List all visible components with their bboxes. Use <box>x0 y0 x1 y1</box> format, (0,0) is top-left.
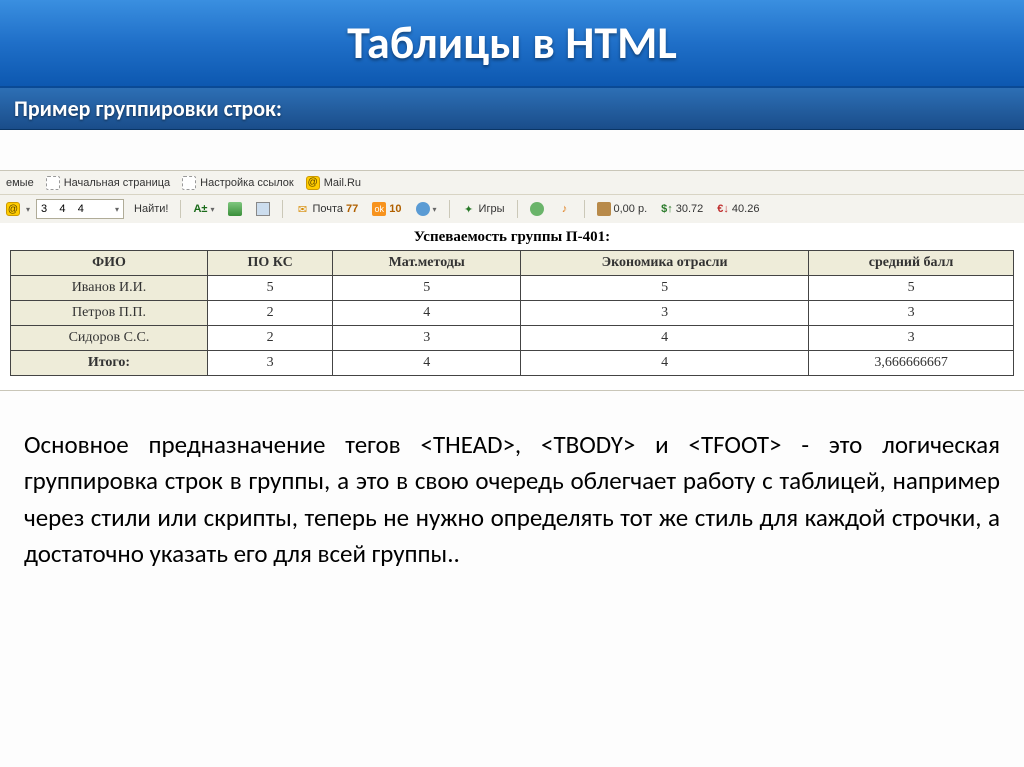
chevron-down-icon[interactable]: ▾ <box>115 205 119 214</box>
col-econ: Экономика отрасли <box>521 251 809 276</box>
puzzle-icon: ✦ <box>462 202 476 216</box>
at-icon: @ <box>306 176 320 190</box>
separator <box>180 200 181 218</box>
slide-subtitle-bar: Пример группировки строк: <box>0 88 1024 130</box>
body-paragraph: Основное предназначение тегов <THEAD>, <… <box>0 391 1024 572</box>
envelope-icon: ✉ <box>295 202 309 216</box>
page-icon <box>46 176 60 190</box>
grades-table: ФИО ПО КС Мат.методы Экономика отрасли с… <box>10 250 1014 376</box>
bookmark-home[interactable]: Начальная страница <box>46 176 170 190</box>
slide-subtitle: Пример группировки строк: <box>14 95 282 122</box>
odnoklassniki-button[interactable]: ok10 <box>368 200 405 218</box>
separator <box>449 200 450 218</box>
wallet-icon <box>597 202 611 216</box>
highlight-icon <box>228 202 242 216</box>
separator <box>584 200 585 218</box>
table-foot: Итого: 3 4 4 3,666666667 <box>11 351 1014 376</box>
separator <box>517 200 518 218</box>
example-table-area: Успеваемость группы П-401: ФИО ПО КС Мат… <box>0 223 1024 390</box>
col-avg: средний балл <box>809 251 1014 276</box>
ok-icon: ok <box>372 202 386 216</box>
search-input-wrap: ▾ <box>36 199 124 219</box>
separator <box>282 200 283 218</box>
chevron-down-icon[interactable]: ▾ <box>26 205 30 214</box>
my-world-button[interactable]: ▾ <box>412 200 441 218</box>
slide-title: Таблицы в HTML <box>347 15 677 71</box>
games-button[interactable]: ✦Игры <box>458 200 509 218</box>
col-math: Мат.методы <box>333 251 521 276</box>
col-poks: ПО КС <box>207 251 332 276</box>
music-icon: ♪ <box>558 202 572 216</box>
camera-icon <box>256 202 270 216</box>
search-input[interactable] <box>41 203 111 215</box>
table-head: ФИО ПО КС Мат.методы Экономика отрасли с… <box>11 251 1014 276</box>
table-caption: Успеваемость группы П-401: <box>10 229 1014 246</box>
eur-rate: €↓40.26 <box>713 201 763 217</box>
table-body: Иванов И.И. 5 5 5 5 Петров П.П. 2 4 3 3 … <box>11 276 1014 351</box>
col-name: ФИО <box>11 251 208 276</box>
table-row: Петров П.П. 2 4 3 3 <box>11 301 1014 326</box>
page-icon <box>182 176 196 190</box>
chat-icon <box>530 202 544 216</box>
mail-button[interactable]: ✉Почта 77 <box>291 200 362 218</box>
misc-button-2[interactable]: ♪ <box>554 200 576 218</box>
at-icon[interactable]: @ <box>6 202 20 216</box>
bookmark-mailru[interactable]: @Mail.Ru <box>306 176 361 190</box>
screenshot-button[interactable] <box>252 200 274 218</box>
bookmark-fragment: емые <box>6 177 34 189</box>
highlight-button[interactable] <box>224 200 246 218</box>
table-row: Иванов И.И. 5 5 5 5 <box>11 276 1014 301</box>
bookmarks-bar: емые Начальная страница Настройка ссылок… <box>0 171 1024 195</box>
slide-title-bar: Таблицы в HTML <box>0 0 1024 88</box>
globe-icon <box>416 202 430 216</box>
wallet-button[interactable]: 0,00 р. <box>593 200 652 218</box>
table-row: Сидоров С.С. 2 3 4 3 <box>11 326 1014 351</box>
misc-button-1[interactable] <box>526 200 548 218</box>
browser-chrome: емые Начальная страница Настройка ссылок… <box>0 170 1024 391</box>
bookmark-links[interactable]: Настройка ссылок <box>182 176 294 190</box>
mailru-toolbar: @ ▾ ▾ Найти! A±▾ ✉Почта 77 ok10 ▾ ✦Игры ♪… <box>0 195 1024 223</box>
find-button[interactable]: Найти! <box>130 201 172 217</box>
usd-rate: $↑30.72 <box>657 201 707 217</box>
font-size-button[interactable]: A±▾ <box>189 201 218 217</box>
